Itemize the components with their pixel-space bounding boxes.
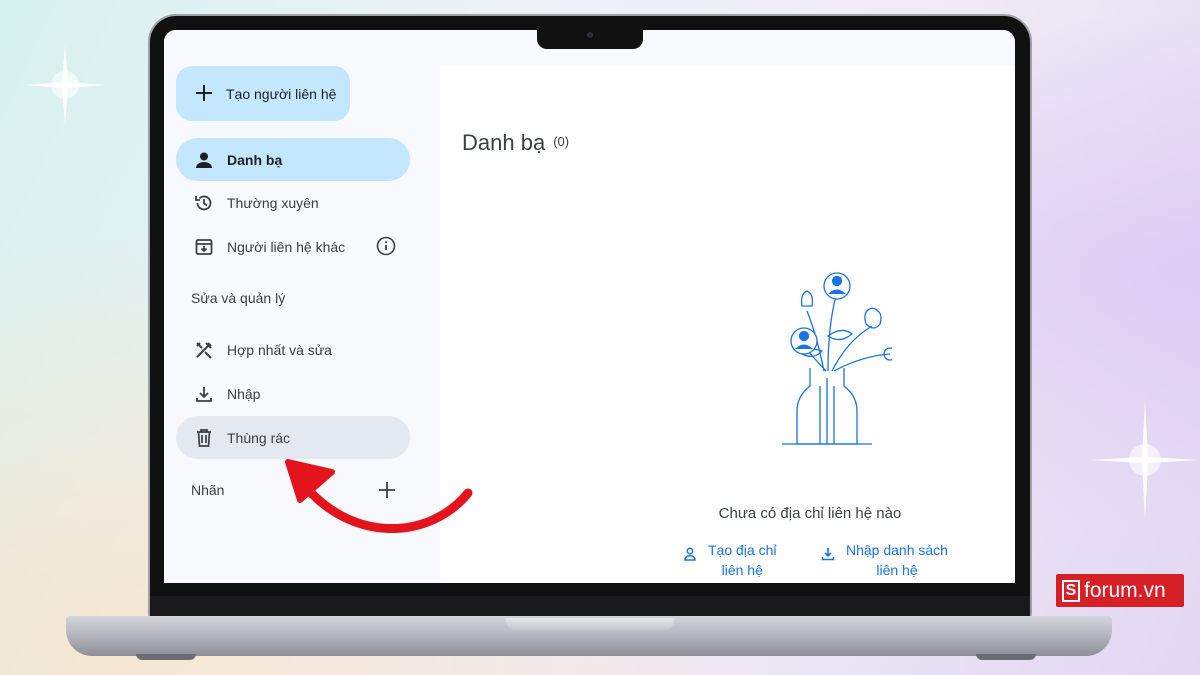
- watermark-logo: S forum.vn: [1056, 574, 1184, 607]
- watermark-letter: S: [1062, 579, 1080, 602]
- sidebar-item-label: Người liên hệ khác: [227, 238, 346, 255]
- flower-vase-illustration: [782, 272, 892, 445]
- watermark-text: forum.vn: [1084, 578, 1166, 602]
- download-icon: [193, 383, 215, 405]
- empty-state-message: Chưa có địa chỉ liên hệ nào: [718, 505, 902, 522]
- laptop-foot: [136, 654, 196, 660]
- sidebar-item-merge-fix[interactable]: Hợp nhất và sửa: [176, 328, 410, 371]
- tools-icon: [193, 339, 215, 361]
- sidebar-item-label: Danh bạ: [227, 151, 283, 168]
- create-contact-label: Tạo người liên hệ: [226, 85, 337, 102]
- sparkle-icon: [25, 45, 105, 125]
- sidebar-item-label: Thường xuyên: [227, 194, 319, 211]
- create-contact-line2: liên hệ: [721, 562, 763, 578]
- add-label-icon[interactable]: [376, 479, 398, 501]
- sidebar-item-import[interactable]: Nhập: [176, 372, 410, 415]
- trash-icon: [193, 427, 215, 449]
- history-icon: [193, 192, 215, 214]
- info-icon[interactable]: [376, 236, 396, 256]
- sidebar-item-contacts[interactable]: Danh bạ: [176, 138, 410, 181]
- sidebar-item-label: Hợp nhất và sửa: [227, 341, 332, 358]
- page-title-text: Danh bạ: [462, 130, 546, 155]
- sidebar-item-other-contacts[interactable]: Người liên hệ khác: [176, 225, 410, 268]
- plus-icon: [194, 81, 216, 107]
- archive-download-icon: [193, 236, 215, 258]
- contact-count: (0): [553, 134, 570, 149]
- import-contacts-line2: liên hệ: [876, 562, 918, 578]
- import-contacts-line1: Nhập danh sách: [846, 542, 948, 558]
- create-contact-link[interactable]: Tạo địa chỉ liên hệ: [682, 540, 776, 580]
- create-contact-button[interactable]: Tạo người liên hệ: [176, 66, 350, 121]
- labels-heading: Nhãn: [191, 482, 225, 498]
- import-contacts-link[interactable]: Nhập danh sách liên hệ: [820, 540, 948, 580]
- sidebar-item-label: Thùng rác: [227, 429, 291, 446]
- sidebar-item-frequent[interactable]: Thường xuyên: [176, 181, 410, 224]
- section-heading-manage: Sửa và quản lý: [191, 290, 286, 306]
- sidebar: Tạo người liên hệ Danh bạ Thường xuyên N…: [164, 30, 440, 583]
- laptop-foot: [976, 654, 1036, 660]
- page-title: Danh bạ (0): [462, 130, 569, 156]
- sidebar-item-label: Nhập: [227, 385, 261, 402]
- sidebar-item-trash[interactable]: Thùng rác: [176, 416, 410, 459]
- sparkle-icon: [1090, 400, 1200, 520]
- download-icon: [821, 548, 835, 561]
- person-outline-icon: [684, 547, 696, 561]
- main-content: Danh bạ (0) Chưa có địa chỉ liên hệ nào …: [440, 66, 1015, 583]
- camera-icon: [587, 32, 593, 38]
- screen: Tạo người liên hệ Danh bạ Thường xuyên N…: [164, 30, 1015, 583]
- laptop-bezel-bottom: [150, 596, 1030, 618]
- laptop-hinge: [506, 618, 674, 630]
- create-contact-line1: Tạo địa chỉ: [708, 542, 777, 558]
- person-icon: [193, 149, 215, 171]
